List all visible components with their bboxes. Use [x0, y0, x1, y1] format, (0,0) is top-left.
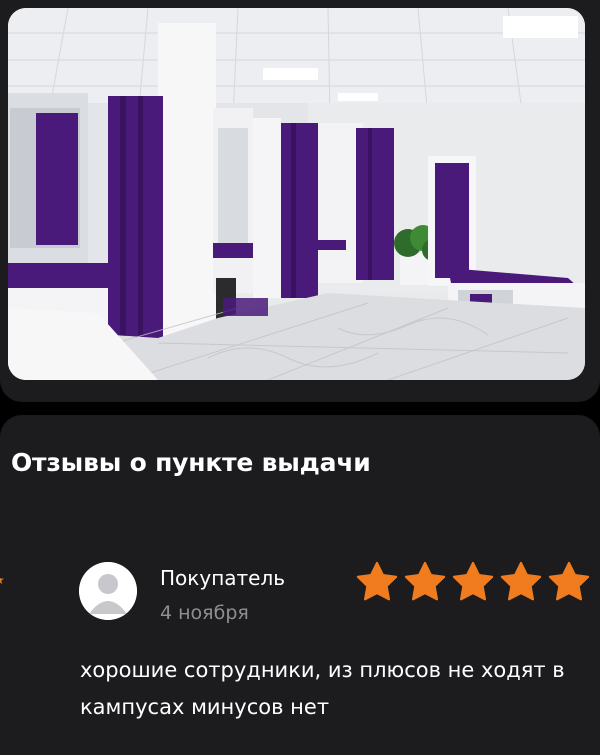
- user-placeholder-icon: [79, 562, 137, 620]
- pickup-point-photo[interactable]: [8, 8, 585, 380]
- photo-card: [0, 0, 600, 402]
- review-date: 4 ноября: [160, 602, 249, 624]
- star-icon: [404, 561, 446, 601]
- star-icon: [452, 561, 494, 601]
- star-icon: [500, 561, 542, 601]
- reviews-section-title: Отзывы о пункте выдачи: [11, 448, 371, 477]
- review-text: хорошие сотрудники, из плюсов не ходят в…: [80, 658, 565, 719]
- partial-star-icon: ★: [0, 575, 5, 586]
- star-icon: [548, 561, 590, 601]
- review-author: Покупатель: [160, 566, 286, 590]
- review-rating: [355, 560, 595, 604]
- screen: Отзывы о пункте выдачи ★ Покупатель 4 но…: [0, 0, 600, 755]
- star-icon: [356, 561, 398, 601]
